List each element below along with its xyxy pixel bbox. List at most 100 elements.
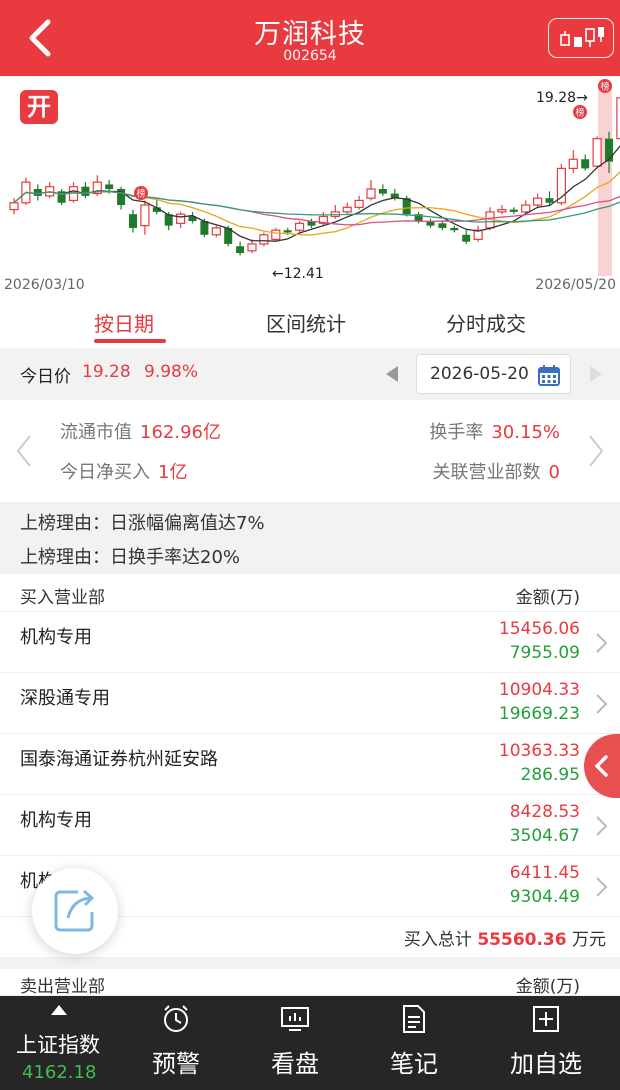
index-name: 上证指数 (16, 1033, 100, 1057)
buy-total-label: 买入总计 (403, 930, 472, 950)
sell-amount: 7955.09 (509, 643, 580, 663)
expand-up-icon (51, 1005, 67, 1015)
header-bar: 万润科技 002654 (0, 0, 620, 76)
candlestick-icon (560, 27, 604, 47)
buy-total-value: 55560.36 (477, 930, 567, 950)
chart-start-date: 2026/03/10 (4, 277, 85, 293)
branches-label: 关联营业部数 (432, 462, 541, 483)
buy-total: 买入总计 55560.36 万元 (404, 925, 606, 950)
add-favorite-icon (533, 1006, 559, 1032)
nav-notes[interactable]: 笔记 (364, 1004, 464, 1079)
branches-stat: 关联营业部数 0 (433, 458, 560, 484)
sell-amount: 9304.49 (509, 887, 580, 907)
float-cap-stat: 流通市值 162.96亿 (60, 418, 221, 444)
turnover-stat: 换手率 30.15% (429, 418, 560, 444)
svg-text:榜: 榜 (136, 188, 145, 200)
today-change-pct: 9.98% (144, 362, 199, 382)
stats-prev-icon[interactable] (14, 434, 34, 468)
branches-value: 0 (548, 462, 560, 483)
index-value: 4162.18 (22, 1062, 97, 1083)
table-row[interactable]: 机构专用 8428.53 3504.67 (0, 795, 620, 856)
share-button[interactable] (32, 868, 118, 954)
buy-amount: 10363.33 (498, 741, 580, 761)
sell-amount: 286.95 (520, 765, 580, 785)
svg-text:榜: 榜 (600, 81, 609, 93)
bottom-nav: 上证指数 4162.18 预警 看盘 笔记 加自选 (0, 996, 620, 1090)
amount-header-label: 金额(万) (515, 588, 580, 608)
chevron-right-icon (596, 633, 608, 653)
kline-chart-canvas: 榜榜榜 (9, 79, 620, 276)
branch-name: 机构专用 (20, 810, 92, 831)
turnover-label: 换手率 (429, 422, 484, 443)
nav-watch-market[interactable]: 看盘 (245, 1004, 345, 1079)
reason-item: 上榜理由：日涨幅偏离值达7% (20, 513, 265, 534)
kai-logo[interactable]: 开 (20, 90, 58, 124)
nav-add-favorite-label: 加自选 (510, 1050, 582, 1078)
buy-amount: 6411.45 (509, 863, 580, 883)
nav-alert-label: 预警 (152, 1050, 200, 1078)
stock-code: 002654 (283, 48, 337, 64)
table-row[interactable]: 国泰海通证券杭州延安路 10363.33 286.95 (0, 734, 620, 795)
buy-total-unit: 万元 (572, 930, 606, 950)
buy-header-label: 买入营业部 (20, 588, 105, 608)
prev-date-icon[interactable] (384, 364, 400, 384)
sell-amount: 19669.23 (498, 704, 580, 724)
listing-reasons: 上榜理由：日涨幅偏离值达7% 上榜理由：日换手率达20% (0, 502, 620, 574)
reason-item: 上榜理由：日换手率达20% (20, 547, 241, 568)
selected-date: 2026-05-20 (430, 364, 529, 384)
buy-table-header: 买入营业部 金额(万) (0, 574, 620, 612)
net-buy-value: 1亿 (158, 462, 188, 483)
chevron-right-icon (596, 877, 608, 897)
buy-amount: 15456.06 (498, 619, 580, 639)
branch-name: 机构专用 (20, 627, 92, 648)
chevron-right-icon (596, 694, 608, 714)
share-icon (54, 889, 94, 932)
tab-intraday-trades[interactable]: 分时成交 (446, 308, 526, 337)
tab-by-date[interactable]: 按日期 (94, 308, 154, 337)
sell-table-header: 卖出营业部 金额(万) (0, 969, 620, 997)
note-icon (403, 1005, 425, 1033)
tab-range-stats[interactable]: 区间统计 (266, 308, 346, 337)
branch-name: 国泰海通证券杭州延安路 (20, 749, 218, 770)
today-price-label: 今日价 (20, 367, 71, 387)
index-ticker[interactable]: 上证指数 4162.18 (0, 996, 120, 1090)
net-buy-stat: 今日净买入 1亿 (60, 458, 187, 484)
buy-amount: 10904.33 (498, 680, 580, 700)
table-row[interactable]: 深股通专用 10904.33 19669.23 (0, 673, 620, 734)
branch-name: 深股通专用 (20, 688, 110, 709)
chevron-left-icon (595, 755, 608, 777)
date-picker[interactable]: 2026-05-20 (416, 354, 571, 394)
stats-panel: 流通市值 162.96亿 换手率 30.15% 今日净买入 1亿 关联营业部数 0 (0, 400, 620, 502)
section-divider (0, 957, 620, 969)
svg-text:榜: 榜 (575, 107, 584, 119)
nav-notes-label: 笔记 (390, 1050, 438, 1078)
stock-title: 万润科技 (254, 19, 366, 50)
float-cap-value: 162.96亿 (140, 422, 221, 443)
float-cap-label: 流通市值 (60, 422, 132, 443)
sell-amount-header-label: 金额(万) (515, 977, 580, 997)
nav-alert[interactable]: 预警 (126, 1004, 226, 1079)
active-tab-indicator (94, 339, 166, 343)
table-row[interactable]: 机构专用 15456.06 7955.09 (0, 612, 620, 673)
tab-bar: 按日期 区间统计 分时成交 (0, 298, 620, 348)
next-date-icon[interactable] (588, 364, 604, 384)
stats-next-icon[interactable] (586, 434, 606, 468)
low-price-label: ←12.41 (272, 266, 324, 282)
side-drawer-tab[interactable] (584, 734, 620, 798)
today-price-value: 19.28 (82, 362, 131, 382)
kline-toggle-button[interactable] (548, 18, 614, 58)
high-price-label: 19.28→ (536, 90, 588, 106)
chevron-right-icon (596, 816, 608, 836)
buy-amount: 8428.53 (509, 802, 580, 822)
turnover-value: 30.15% (491, 422, 560, 443)
nav-watch-label: 看盘 (271, 1050, 319, 1078)
kline-chart[interactable]: 榜榜榜 开 19.28→ ←12.41 2026/03/10 2026/05/2… (0, 76, 620, 298)
chart-end-date: 2026/05/20 (535, 277, 616, 293)
sell-header-label: 卖出营业部 (20, 977, 105, 997)
monitor-icon (281, 1007, 309, 1031)
net-buy-label: 今日净买入 (60, 462, 150, 483)
alarm-clock-icon (164, 1005, 188, 1032)
price-row: 今日价 19.28 9.98% 2026-05-20 (0, 348, 620, 400)
nav-add-favorite[interactable]: 加自选 (496, 1004, 596, 1079)
sell-amount: 3504.67 (509, 826, 580, 846)
